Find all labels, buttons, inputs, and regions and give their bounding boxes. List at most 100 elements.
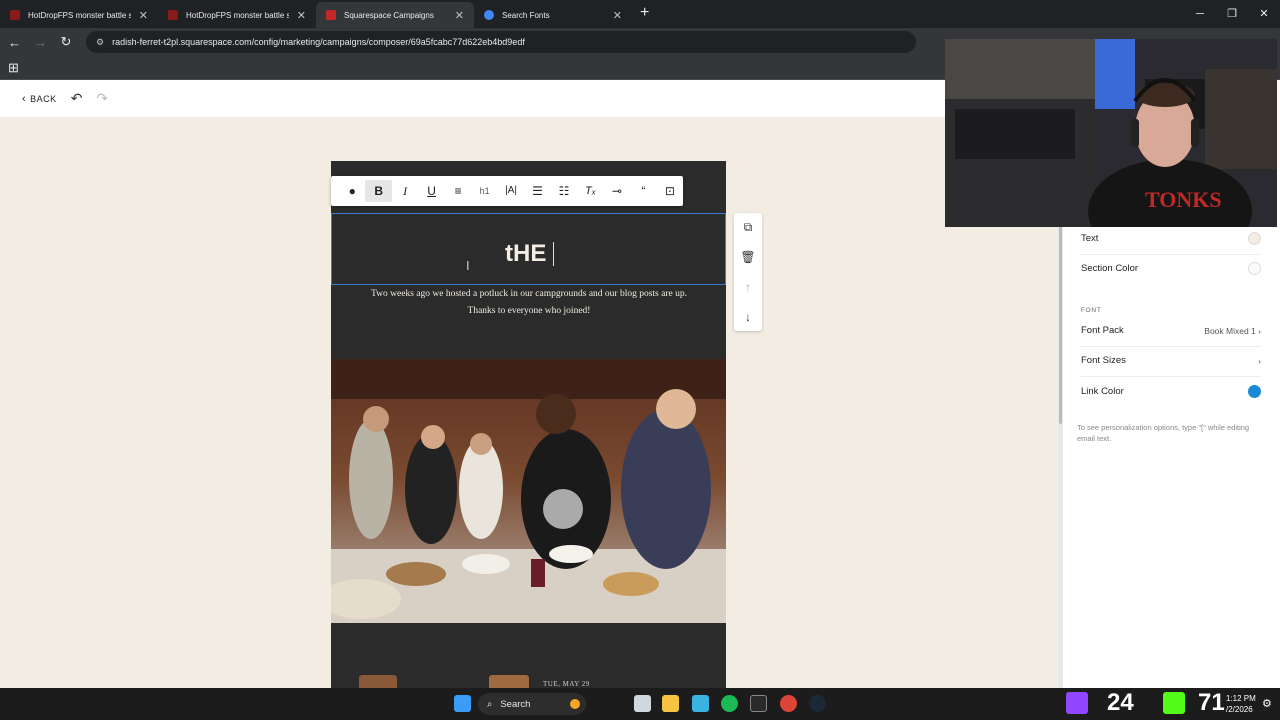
heading-text-block[interactable]: tHE I (331, 213, 726, 285)
text-color-swatch[interactable] (1248, 232, 1261, 245)
editor-topbar: ‹ BACK ↶ ↷ (0, 80, 1058, 117)
font-pack-value-wrap: Book Mixed 1 › (1204, 326, 1261, 336)
trash-icon[interactable]: 🗑 (740, 247, 755, 267)
back-button[interactable]: ‹ BACK (22, 93, 57, 105)
tab-squarespace-campaigns[interactable]: Squarespace Campaigns ✕ (316, 2, 474, 28)
text-format-toolbar: ● B I U ≡ h1 |A| ☰ ☷ Tₓ ⊸ “ ⊡ (331, 176, 683, 206)
campaign-composer: ‹ BACK ↶ ↷ tHE I ● B I U ≡ h1 |A| ☰ ☷ Tₓ… (0, 80, 1058, 688)
webcam-image: TONKS (945, 39, 1277, 227)
url-field[interactable]: ⚙ radish-ferret-t2pl.squarespace.com/con… (86, 31, 916, 53)
browser-tab-bar: HotDropFPS monster battle sty ✕ HotDropF… (0, 0, 1280, 28)
close-tab-icon[interactable]: ✕ (139, 9, 148, 22)
taskbar: ⌕ Search 24 71 1:12 PM /2/2026 ⚙ (0, 688, 1280, 720)
reload-icon[interactable]: ↻ (60, 34, 72, 50)
search-icon: ⌕ (487, 698, 493, 710)
text-caret (553, 242, 554, 266)
clock-time[interactable]: 1:12 PM (1226, 694, 1256, 703)
thumbnail-image[interactable] (359, 675, 397, 688)
heading-text[interactable]: tHE (505, 240, 546, 268)
twitch-icon[interactable] (1066, 692, 1088, 714)
maximize-icon[interactable]: ❐ (1216, 0, 1248, 28)
body-paragraph[interactable]: Two weeks ago we hosted a potluck in our… (359, 286, 699, 320)
notepad-icon[interactable] (692, 695, 709, 712)
move-up-icon[interactable]: ↑ (745, 277, 751, 297)
tray-counter-a: 24 (1107, 689, 1134, 716)
new-tab-button[interactable]: + (640, 4, 649, 22)
redo-icon[interactable]: ↷ (96, 90, 108, 107)
event-date: TUE, MAY 29 (543, 680, 590, 688)
kick-icon[interactable] (1163, 692, 1185, 714)
close-window-icon[interactable]: ✕ (1248, 0, 1280, 28)
chevron-left-icon: ‹ (22, 92, 27, 105)
chrome-icon[interactable] (780, 695, 797, 712)
divider (1081, 346, 1261, 347)
chevron-right-icon: › (1258, 355, 1261, 366)
potluck-photo[interactable] (331, 359, 726, 623)
forward-arrow-icon[interactable]: → (34, 35, 47, 50)
spotify-icon[interactable] (721, 695, 738, 712)
tab-title: HotDropFPS monster battle sty (28, 10, 131, 20)
text-color-row[interactable]: Text (1081, 232, 1261, 245)
text-color-label: Text (1081, 233, 1099, 244)
task-view-icon[interactable] (634, 695, 651, 712)
font-pack-label: Font Pack (1081, 325, 1124, 336)
settings-gear-icon[interactable]: ⚙ (1262, 697, 1272, 710)
more-options-icon[interactable]: ⊡ (657, 180, 683, 202)
chevron-right-icon: › (1258, 325, 1261, 336)
tab-hotdrop-2[interactable]: HotDropFPS monster battle sty ✕ (158, 2, 316, 28)
font-sizes-row[interactable]: Font Sizes › (1081, 355, 1261, 366)
webcam-overlay: TONKS (945, 39, 1277, 227)
bold-button[interactable]: B (365, 180, 392, 202)
heading-button[interactable]: h1 (471, 180, 497, 202)
bullet-list-icon[interactable]: ☰ (524, 180, 550, 202)
underline-button[interactable]: U (418, 180, 444, 202)
quote-icon[interactable]: “ (630, 180, 656, 202)
italic-button[interactable]: I (392, 180, 418, 202)
search-highlight-icon (570, 699, 580, 709)
font-size-icon[interactable]: |A| (498, 180, 524, 202)
clock-date[interactable]: /2/2026 (1226, 705, 1253, 714)
url-text: radish-ferret-t2pl.squarespace.com/confi… (112, 37, 525, 47)
window-controls: ─ ❐ ✕ (1184, 0, 1280, 28)
apps-grid-icon[interactable]: ⊞ (8, 60, 19, 76)
link-color-label: Link Color (1081, 386, 1124, 397)
thumbnail-image[interactable] (489, 675, 529, 688)
section-color-label: Section Color (1081, 263, 1139, 274)
link-color-row[interactable]: Link Color (1081, 385, 1261, 398)
align-icon[interactable]: ≡ (445, 180, 471, 202)
link-icon[interactable]: ⊸ (604, 180, 630, 202)
close-tab-icon[interactable]: ✕ (613, 9, 622, 22)
windows-start-icon[interactable] (454, 695, 471, 712)
tab-favicon-icon (168, 10, 178, 20)
block-actions: ⧉ 🗑 ↑ ↓ (734, 213, 762, 331)
link-color-swatch[interactable] (1248, 385, 1261, 398)
section-color-row[interactable]: Section Color (1081, 262, 1261, 275)
back-label: BACK (30, 93, 57, 104)
font-sizes-label: Font Sizes (1081, 355, 1126, 366)
hud-fx-icon[interactable] (750, 695, 767, 712)
close-tab-icon[interactable]: ✕ (455, 9, 464, 22)
tab-hotdrop-1[interactable]: HotDropFPS monster battle sty ✕ (0, 2, 158, 28)
personalization-hint: To see personalization options, type "["… (1077, 423, 1250, 443)
tab-search-fonts[interactable]: Search Fonts ✕ (474, 2, 632, 28)
undo-icon[interactable]: ↶ (71, 90, 83, 107)
search-label: Search (500, 698, 531, 710)
minimize-icon[interactable]: ─ (1184, 0, 1216, 28)
svg-text:TONKS: TONKS (1145, 187, 1222, 212)
site-info-icon[interactable]: ⚙ (96, 37, 104, 48)
steam-icon[interactable] (809, 695, 826, 712)
numbered-list-icon[interactable]: ☷ (551, 180, 577, 202)
back-arrow-icon[interactable]: ← (8, 35, 21, 50)
text-cursor-icon: I (466, 258, 470, 273)
file-explorer-icon[interactable] (662, 695, 679, 712)
tab-title: Squarespace Campaigns (344, 10, 434, 20)
section-color-swatch[interactable] (1248, 262, 1261, 275)
clear-format-icon[interactable]: Tₓ (577, 180, 603, 202)
font-pack-row[interactable]: Font Pack Book Mixed 1 › (1081, 325, 1261, 336)
close-tab-icon[interactable]: ✕ (297, 9, 306, 22)
move-down-icon[interactable]: ↓ (745, 307, 751, 327)
tab-favicon-icon (326, 10, 336, 20)
taskbar-search[interactable]: ⌕ Search (478, 693, 586, 715)
text-color-icon[interactable]: ● (339, 180, 365, 202)
duplicate-icon[interactable]: ⧉ (744, 217, 753, 237)
